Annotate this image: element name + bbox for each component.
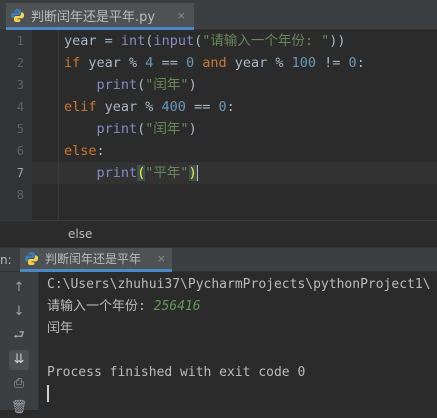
code-token: if [64, 55, 89, 71]
line-number: 7 [16, 166, 24, 180]
code-token: )) [329, 33, 346, 49]
python-run-icon [24, 251, 39, 266]
code-token: year % [88, 55, 146, 71]
code-line: print("闰年") [64, 118, 197, 140]
run-tab-label: 判断闰年还是平年 [45, 252, 142, 266]
code-token: print [96, 165, 138, 181]
line-number: 3 [16, 78, 24, 92]
console-user-input: 256416 [153, 299, 201, 314]
line-number: 2 [16, 56, 24, 70]
line-number: 5 [16, 122, 24, 136]
code-token: year = [64, 33, 121, 49]
breadcrumb: else [0, 220, 437, 247]
code-line: elif year % 400 == 0: [64, 96, 235, 118]
code-token: ) [188, 165, 197, 181]
console-toolbar: ↑ ↓ ⮐ ⇊ ⎙ 🗑 [0, 272, 39, 415]
code-token: : [356, 55, 365, 71]
console-input-line: 请输入一个年份: 256416 [47, 296, 201, 318]
console-prompt: 请输入一个年份: [47, 299, 154, 314]
python-file-icon [10, 8, 25, 22]
editor-tab-bar: 判断闰年还是平年.py × [0, 0, 437, 30]
close-run-tab-icon[interactable]: × [157, 252, 166, 265]
print-icon[interactable]: ⎙ [9, 374, 29, 394]
scroll-down-icon[interactable]: ↓ [9, 302, 29, 322]
code-token: int [120, 33, 146, 49]
code-token: print [96, 121, 138, 137]
code-token: ) [188, 77, 197, 93]
run-tool-window-header: n: 判断闰年还是平年 × [0, 247, 437, 272]
code-token: "闰年" [145, 121, 189, 137]
console-cursor [47, 385, 49, 402]
code-token: elif [64, 99, 105, 115]
code-token: != [316, 55, 349, 71]
code-token: 0 [185, 55, 195, 71]
code-line: print("平年") [64, 162, 198, 184]
rerun-up-icon[interactable]: ↑ [9, 278, 29, 298]
code-line: print("闰年") [64, 74, 197, 96]
line-number: 1 [16, 34, 24, 48]
code-token: "请输入一个年份: " [202, 33, 330, 49]
line-number: 6 [16, 144, 24, 158]
code-token: print [96, 77, 138, 93]
code-token: and [194, 55, 235, 71]
code-token: : [226, 99, 235, 115]
code-line: year = int(input("请输入一个年份: ")) [64, 30, 346, 52]
code-token: ( [194, 33, 203, 49]
code-token: year % [104, 99, 162, 115]
code-line: else: [64, 140, 105, 162]
code-token: == [153, 55, 186, 71]
code-token: year % [234, 55, 292, 71]
line-number-gutter: 1 2 3 4 5 6 7 8 [0, 30, 32, 220]
code-token: 400 [161, 99, 186, 115]
run-title-fragment: n: [0, 253, 12, 267]
line-number: 8 [16, 188, 24, 202]
code-token: 0 [348, 55, 357, 71]
code-token: ) [188, 121, 197, 137]
code-token: 0 [218, 99, 227, 115]
run-config-tab[interactable]: 判断闰年还是平年 × [20, 248, 172, 272]
code-token: 100 [291, 55, 317, 71]
console-result: 闰年 [47, 321, 74, 336]
scroll-to-end-icon[interactable]: ⇊ [9, 350, 29, 370]
gutter-divider [58, 30, 59, 220]
delete-icon[interactable]: 🗑 [9, 398, 29, 418]
code-token: "平年" [145, 165, 189, 181]
code-token: "闰年" [145, 77, 189, 93]
code-token: else [64, 143, 97, 159]
console-exit-message: Process finished with exit code 0 [47, 365, 306, 380]
breadcrumb-item[interactable]: else [68, 227, 92, 241]
code-token: : [96, 143, 105, 159]
code-line: if year % 4 == 0 and year % 100 != 0: [64, 52, 365, 74]
close-tab-icon[interactable]: × [177, 9, 186, 22]
line-number: 4 [16, 100, 24, 114]
code-token: == [185, 99, 219, 115]
file-tab[interactable]: 判断闰年还是平年.py × [6, 3, 194, 30]
code-token: input [153, 33, 195, 49]
console-command-line: C:\Users\zhuhui37\PycharmProjects\python… [47, 277, 431, 292]
code-editor[interactable]: 12345678 year = int(input("请输入一个年份: ")) i… [0, 30, 437, 220]
file-tab-label: 判断闰年还是平年.py [31, 9, 156, 25]
soft-wrap-icon[interactable]: ⮐ [9, 326, 29, 346]
text-cursor [196, 165, 198, 181]
run-console[interactable]: ↑ ↓ ⮐ ⇊ ⎙ 🗑 C:\Users\zhuhui37\PycharmProjects… [0, 272, 437, 415]
